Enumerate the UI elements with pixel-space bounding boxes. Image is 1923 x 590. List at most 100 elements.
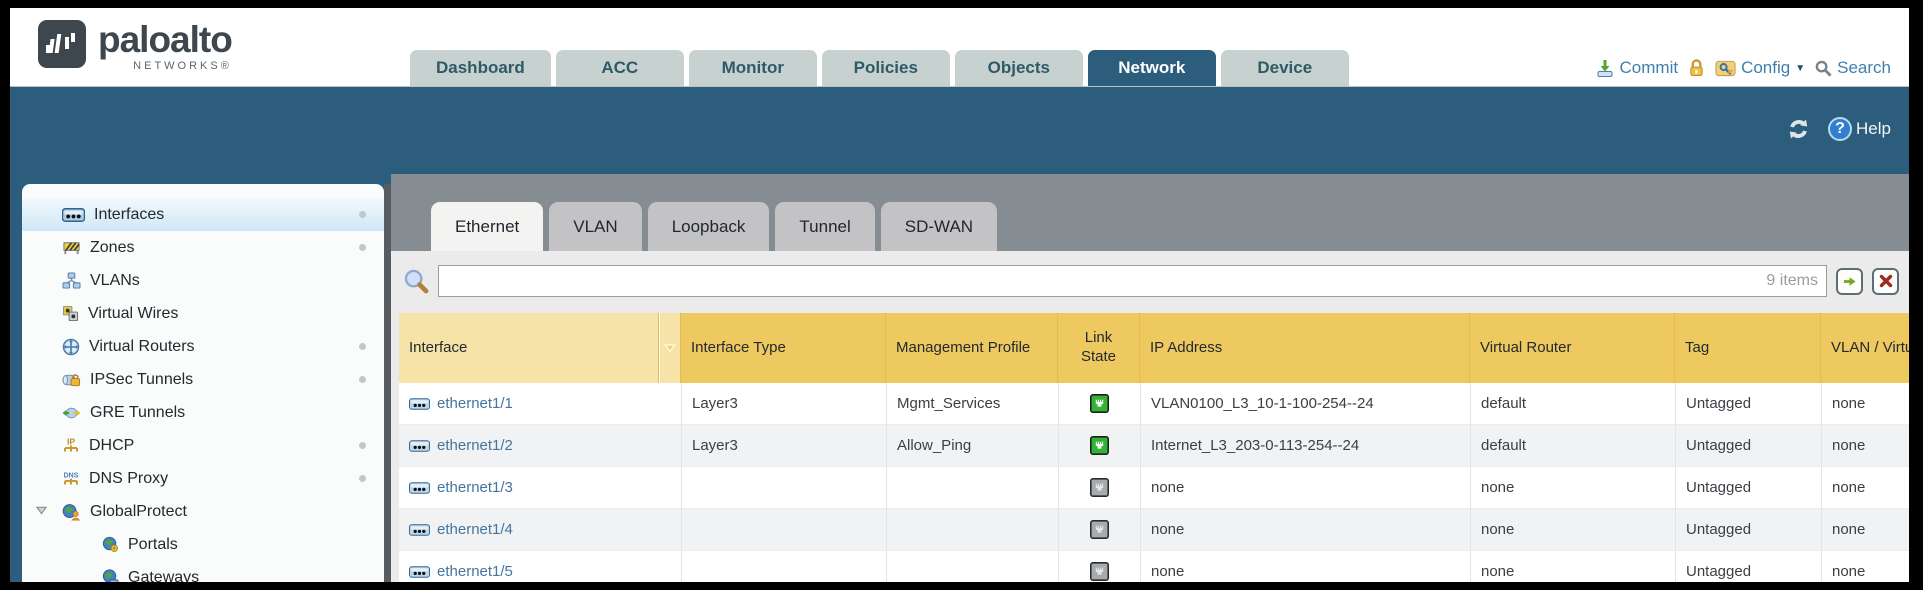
lock-icon[interactable] bbox=[1688, 58, 1705, 78]
interface-link[interactable]: ethernet1/5 bbox=[437, 563, 513, 580]
sidebar-item-gre-tunnels[interactable]: GRE Tunnels bbox=[22, 396, 384, 429]
interface-link[interactable]: ethernet1/2 bbox=[437, 437, 513, 454]
search-button[interactable]: Search bbox=[1815, 58, 1891, 78]
link-state-cell bbox=[1059, 509, 1141, 551]
column-sort-dropdown[interactable] bbox=[659, 313, 681, 383]
chevron-down-icon: ▼ bbox=[1795, 63, 1805, 74]
ethernet-port-icon bbox=[409, 524, 430, 536]
interface-link[interactable]: ethernet1/3 bbox=[437, 479, 513, 496]
table-cell: none bbox=[1822, 383, 1909, 425]
interface-subtabs: EthernetVLANLoopbackTunnelSD-WAN bbox=[431, 202, 997, 251]
tab-sd-wan[interactable]: SD-WAN bbox=[881, 202, 997, 251]
sidebar-item-interfaces[interactable]: Interfaces bbox=[22, 198, 384, 231]
interface-link[interactable]: ethernet1/4 bbox=[437, 521, 513, 538]
table-cell: Untagged bbox=[1676, 425, 1822, 467]
sidebar-item-label: Virtual Routers bbox=[89, 338, 195, 356]
main-nav-tabs: DashboardACCMonitorPoliciesObjectsNetwor… bbox=[410, 50, 1349, 86]
sidebar-item-zones[interactable]: Zones bbox=[22, 231, 384, 264]
sidebar-item-label: Portals bbox=[128, 536, 178, 554]
sidebar-item-label: DHCP bbox=[89, 437, 134, 455]
nav-tab-network[interactable]: Network bbox=[1088, 50, 1216, 86]
refresh-icon[interactable] bbox=[1785, 117, 1812, 141]
sidebar-item-dot bbox=[359, 442, 366, 449]
sidebar-item-dot bbox=[359, 211, 366, 218]
sidebar-item-portals[interactable]: Portals bbox=[22, 528, 384, 561]
sidebar-item-dns-proxy[interactable]: DNS DNS Proxy bbox=[22, 462, 384, 495]
sidebar-item-vlans[interactable]: VLANs bbox=[22, 264, 384, 297]
table-cell bbox=[887, 509, 1059, 551]
nav-tab-dashboard[interactable]: Dashboard bbox=[410, 50, 551, 86]
column-header-management-profile[interactable]: Management Profile bbox=[886, 313, 1058, 383]
expand-triangle-icon[interactable] bbox=[36, 506, 47, 515]
sidebar-item-label: DNS Proxy bbox=[89, 470, 168, 488]
clear-filter-button[interactable] bbox=[1872, 268, 1899, 295]
table-cell bbox=[682, 467, 887, 509]
sidebar-item-label: IPSec Tunnels bbox=[90, 371, 193, 389]
sidebar-splitter[interactable] bbox=[384, 184, 391, 582]
sidebar-item-dhcp[interactable]: IP DHCP bbox=[22, 429, 384, 462]
sidebar-item-gateways[interactable]: Gateways bbox=[22, 561, 384, 582]
svg-text:IP: IP bbox=[67, 437, 75, 447]
tab-vlan[interactable]: VLAN bbox=[549, 202, 641, 251]
tab-loopback[interactable]: Loopback bbox=[648, 202, 770, 251]
table-header-row: Interface Interface TypeManagement Profil… bbox=[399, 313, 1909, 383]
interface-cell: ethernet1/5 bbox=[399, 551, 682, 582]
tab-tunnel[interactable]: Tunnel bbox=[775, 202, 874, 251]
interface-link[interactable]: ethernet1/1 bbox=[437, 395, 513, 412]
sidebar-item-ipsec-tunnels[interactable]: IPSec Tunnels bbox=[22, 363, 384, 396]
interfaces-table: Interface Interface TypeManagement Profil… bbox=[399, 313, 1909, 582]
nav-tab-monitor[interactable]: Monitor bbox=[689, 50, 817, 86]
sidebar-item-globalprotect[interactable]: GlobalProtect bbox=[22, 495, 384, 528]
items-count: 9 items bbox=[1766, 272, 1818, 290]
help-icon: ? bbox=[1828, 117, 1852, 141]
column-header-tag[interactable]: Tag bbox=[1675, 313, 1821, 383]
link-down-icon bbox=[1090, 478, 1109, 497]
filter-input[interactable] bbox=[438, 265, 1827, 297]
panos-app: paloalto NETWORKS® DashboardACCMonitorPo… bbox=[10, 8, 1909, 582]
search-icon bbox=[1815, 60, 1832, 77]
sidebar-item-dot bbox=[359, 376, 366, 383]
tab-ethernet[interactable]: Ethernet bbox=[431, 202, 543, 251]
help-label: Help bbox=[1856, 119, 1891, 139]
table-cell bbox=[887, 551, 1059, 582]
column-header-link-state[interactable]: Link State bbox=[1058, 313, 1140, 383]
nav-tab-policies[interactable]: Policies bbox=[822, 50, 950, 86]
main-pane: EthernetVLANLoopbackTunnelSD-WAN 9 items bbox=[391, 174, 1909, 582]
nav-tab-device[interactable]: Device bbox=[1221, 50, 1349, 86]
config-icon bbox=[1715, 58, 1736, 78]
dns-proxy-icon: DNS bbox=[62, 470, 80, 488]
column-header-interface[interactable]: Interface bbox=[399, 313, 659, 383]
filter-magnifier-icon bbox=[403, 268, 429, 294]
column-header-interface-type[interactable]: Interface Type bbox=[681, 313, 886, 383]
sidebar-item-virtual-routers[interactable]: Virtual Routers bbox=[22, 330, 384, 363]
help-button[interactable]: ? Help bbox=[1828, 117, 1891, 141]
config-menu[interactable]: Config ▼ bbox=[1715, 58, 1805, 78]
table-row: ethernet1/5nonenoneUntaggednone bbox=[399, 551, 1909, 582]
apply-filter-button[interactable] bbox=[1836, 268, 1863, 295]
ipsec-tunnels-icon bbox=[62, 372, 81, 388]
table-cell: none bbox=[1822, 551, 1909, 582]
sidebar-item-dot bbox=[359, 475, 366, 482]
table-cell: default bbox=[1471, 383, 1676, 425]
table-cell: Mgmt_Services bbox=[887, 383, 1059, 425]
vlans-icon bbox=[62, 272, 81, 289]
commit-button[interactable]: Commit bbox=[1595, 58, 1679, 78]
nav-tab-objects[interactable]: Objects bbox=[955, 50, 1083, 86]
network-sidebar: InterfacesZonesVLANsVirtual Wires Virtual… bbox=[22, 184, 384, 582]
table-cell: Untagged bbox=[1676, 509, 1822, 551]
filter-row: 9 items bbox=[399, 259, 1901, 299]
column-header-ip-address[interactable]: IP Address bbox=[1140, 313, 1470, 383]
virtual-routers-icon bbox=[62, 338, 80, 356]
sidebar-item-label: GlobalProtect bbox=[90, 503, 187, 521]
search-label: Search bbox=[1837, 58, 1891, 78]
table-cell: VLAN0100_L3_10-1-100-254--24 bbox=[1141, 383, 1471, 425]
table-cell: none bbox=[1822, 509, 1909, 551]
ethernet-port-icon bbox=[409, 482, 430, 494]
sidebar-item-virtual-wires[interactable]: Virtual Wires bbox=[22, 297, 384, 330]
commit-label: Commit bbox=[1620, 58, 1679, 78]
table-cell: Untagged bbox=[1676, 383, 1822, 425]
column-header-virtual-router[interactable]: Virtual Router bbox=[1470, 313, 1675, 383]
column-header-vlan-virtual-wire[interactable]: VLAN / Virtual Wire bbox=[1821, 313, 1909, 383]
nav-tab-acc[interactable]: ACC bbox=[556, 50, 684, 86]
dhcp-icon: IP bbox=[62, 437, 80, 455]
